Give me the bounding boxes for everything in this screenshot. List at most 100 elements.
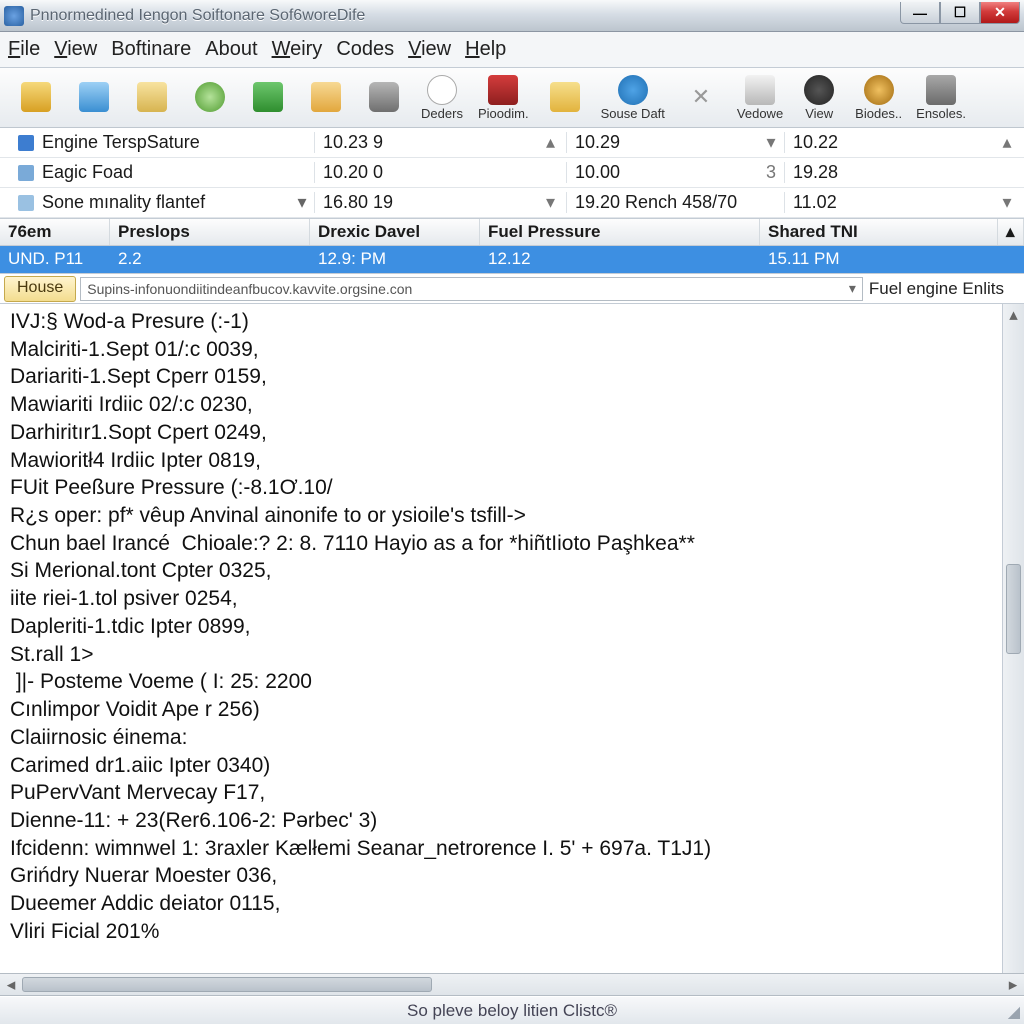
status-bar: So pleve beloy litien Clistc® ◢	[0, 996, 1024, 1024]
spinner-icon[interactable]: 3	[758, 162, 784, 183]
path-text: Supins-infonuondiitindeanfbucov.kavvite.…	[87, 281, 412, 297]
monitor-v2: 10.00	[566, 162, 758, 183]
scroll-up-icon[interactable]: ▴	[1003, 304, 1024, 326]
cell-76em: UND. P11	[0, 246, 110, 273]
toolbar-label: View	[805, 107, 833, 120]
toolbar-lock[interactable]	[10, 72, 62, 124]
monitor-name: Engine TerspSature	[42, 132, 200, 153]
house-button[interactable]: House	[4, 276, 76, 302]
status-text: So pleve beloy litien Clistc®	[407, 1001, 617, 1021]
toolbar-x[interactable]: ✕	[675, 72, 727, 124]
scroll-left-icon[interactable]: ◂	[0, 975, 22, 995]
vertical-scrollbar[interactable]: ▴	[1002, 304, 1024, 973]
col-preslops[interactable]: Preslops	[110, 219, 310, 245]
toolbar-db[interactable]	[358, 72, 410, 124]
toolbar-souse daft[interactable]: Souse Daft	[597, 72, 669, 124]
toolbar-pioodim.[interactable]: Pioodim.	[474, 72, 533, 124]
spinner-icon[interactable]: ▾	[758, 132, 784, 153]
cell-shared: 15.11 PM	[760, 246, 1024, 273]
toolbar-card[interactable]	[300, 72, 352, 124]
col-drexic[interactable]: Drexic Davel	[310, 219, 480, 245]
monitor-v2: 10.29	[566, 132, 758, 153]
menu-view[interactable]: View	[408, 38, 451, 61]
toolbar-label: Vedowe	[737, 107, 783, 120]
blue-icon	[618, 75, 648, 105]
menu-weiry[interactable]: Weiry	[272, 38, 323, 61]
window-titlebar: Pnnormedined Iengon Soiftonare Sof6woreD…	[0, 0, 1024, 32]
scroll-right-icon[interactable]: ▸	[1002, 975, 1024, 995]
cell-drexic: 12.9: PM	[310, 246, 480, 273]
monitor-row[interactable]: Eagic Foad10.20 010.00319.28	[0, 158, 1024, 188]
spinner-icon[interactable]: ▴	[546, 132, 566, 153]
monitor-v3: 10.22	[784, 132, 998, 153]
refr-icon	[195, 82, 225, 112]
cell-fuel: 12.12	[480, 246, 760, 273]
toolbar-label: Biodes..	[855, 107, 902, 120]
monitor-row[interactable]: Engine TerspSature10.23 9▴10.29▾10.22▴	[0, 128, 1024, 158]
menu-boftinare[interactable]: Boftinare	[111, 38, 191, 61]
square-icon	[18, 165, 34, 181]
menu-about[interactable]: About	[205, 38, 257, 61]
chevron-down-icon[interactable]: ▾	[290, 192, 314, 213]
menu-codes[interactable]: Codes	[336, 38, 394, 61]
toolbar-sun[interactable]	[539, 72, 591, 124]
sun-icon	[550, 82, 580, 112]
lock-icon	[21, 82, 51, 112]
monitor-name: Eagic Foad	[42, 162, 133, 183]
window-buttons: — ☐ ✕	[900, 7, 1020, 24]
toolbar-label: Souse Daft	[601, 107, 665, 120]
toolbar-biodes..[interactable]: Biodes..	[851, 72, 906, 124]
spinner-icon[interactable]: ▾	[546, 192, 566, 213]
3-icon	[427, 75, 457, 105]
minimize-button[interactable]: —	[900, 2, 940, 24]
toolbar-refr[interactable]	[184, 72, 236, 124]
menu-view[interactable]: View	[54, 38, 97, 61]
toolbar: Deders Pioodim. Souse Daft ✕ Vedowe View Biode…	[0, 68, 1024, 128]
log-panel: IVJ:§ Wod-a Presure (:-1) Malciriti-1.Se…	[0, 304, 1024, 974]
toolbar-fold[interactable]	[126, 72, 178, 124]
horizontal-scrollbar[interactable]: ◂ ▸	[0, 974, 1024, 996]
s-icon	[253, 82, 283, 112]
toolbar-view[interactable]: View	[793, 72, 845, 124]
monitor-v1: 10.20 0	[314, 162, 546, 183]
toolbar-vedowe[interactable]: Vedowe	[733, 72, 787, 124]
path-combobox[interactable]: Supins-infonuondiitindeanfbucov.kavvite.…	[80, 277, 863, 301]
maximize-button[interactable]: ☐	[940, 2, 980, 24]
toolbar-ensoles.[interactable]: Ensoles.	[912, 72, 970, 124]
scroll-thumb[interactable]	[1006, 564, 1021, 654]
col-76em[interactable]: 76em	[0, 219, 110, 245]
col-shared[interactable]: Shared TNI	[760, 219, 998, 245]
resize-grip-icon[interactable]: ◢	[1008, 1002, 1020, 1022]
card-icon	[311, 82, 341, 112]
cube-icon	[926, 75, 956, 105]
toolbar-s[interactable]	[242, 72, 294, 124]
menu-bar: File View Boftinare About Weiry Codes View Help	[0, 32, 1024, 68]
spinner-icon[interactable]: ▾	[998, 192, 1024, 213]
table-header: 76em Preslops Drexic Davel Fuel Pressure…	[0, 218, 1024, 246]
address-bar: House Supins-infonuondiitindeanfbucov.ka…	[0, 274, 1024, 304]
spinner-icon[interactable]: ▴	[998, 132, 1024, 153]
scroll-track[interactable]	[22, 974, 1002, 995]
menu-file[interactable]: File	[8, 38, 40, 61]
gear-icon	[804, 75, 834, 105]
toolbar-label: Ensoles.	[916, 107, 966, 120]
toolbar-img[interactable]	[68, 72, 120, 124]
scroll-thumb[interactable]	[22, 977, 432, 992]
window-title: Pnnormedined Iengon Soiftonare Sof6woreD…	[30, 7, 900, 25]
col-fuel[interactable]: Fuel Pressure	[480, 219, 760, 245]
log-text: IVJ:§ Wod-a Presure (:-1) Malciriti-1.Se…	[0, 304, 1002, 973]
toolbar-label: Pioodim.	[478, 107, 529, 120]
close-button[interactable]: ✕	[980, 2, 1020, 24]
x-icon: ✕	[686, 82, 716, 112]
monitor-row[interactable]: Sone mınality flantef▾16.80 19▾19.20 Ren…	[0, 188, 1024, 218]
orb-icon	[864, 75, 894, 105]
scroll-up-icon[interactable]: ▴	[998, 219, 1024, 245]
pen-icon	[745, 75, 775, 105]
monitor-v1: 16.80 19	[314, 192, 546, 213]
toolbar-deders[interactable]: Deders	[416, 72, 468, 124]
app-icon	[4, 6, 24, 26]
fuel-engine-label: Fuel engine Enlits	[869, 279, 1004, 299]
table-row-selected[interactable]: UND. P11 2.2 12.9: PM 12.12 15.11 PM	[0, 246, 1024, 274]
monitor-v1: 10.23 9	[314, 132, 546, 153]
menu-help[interactable]: Help	[465, 38, 506, 61]
